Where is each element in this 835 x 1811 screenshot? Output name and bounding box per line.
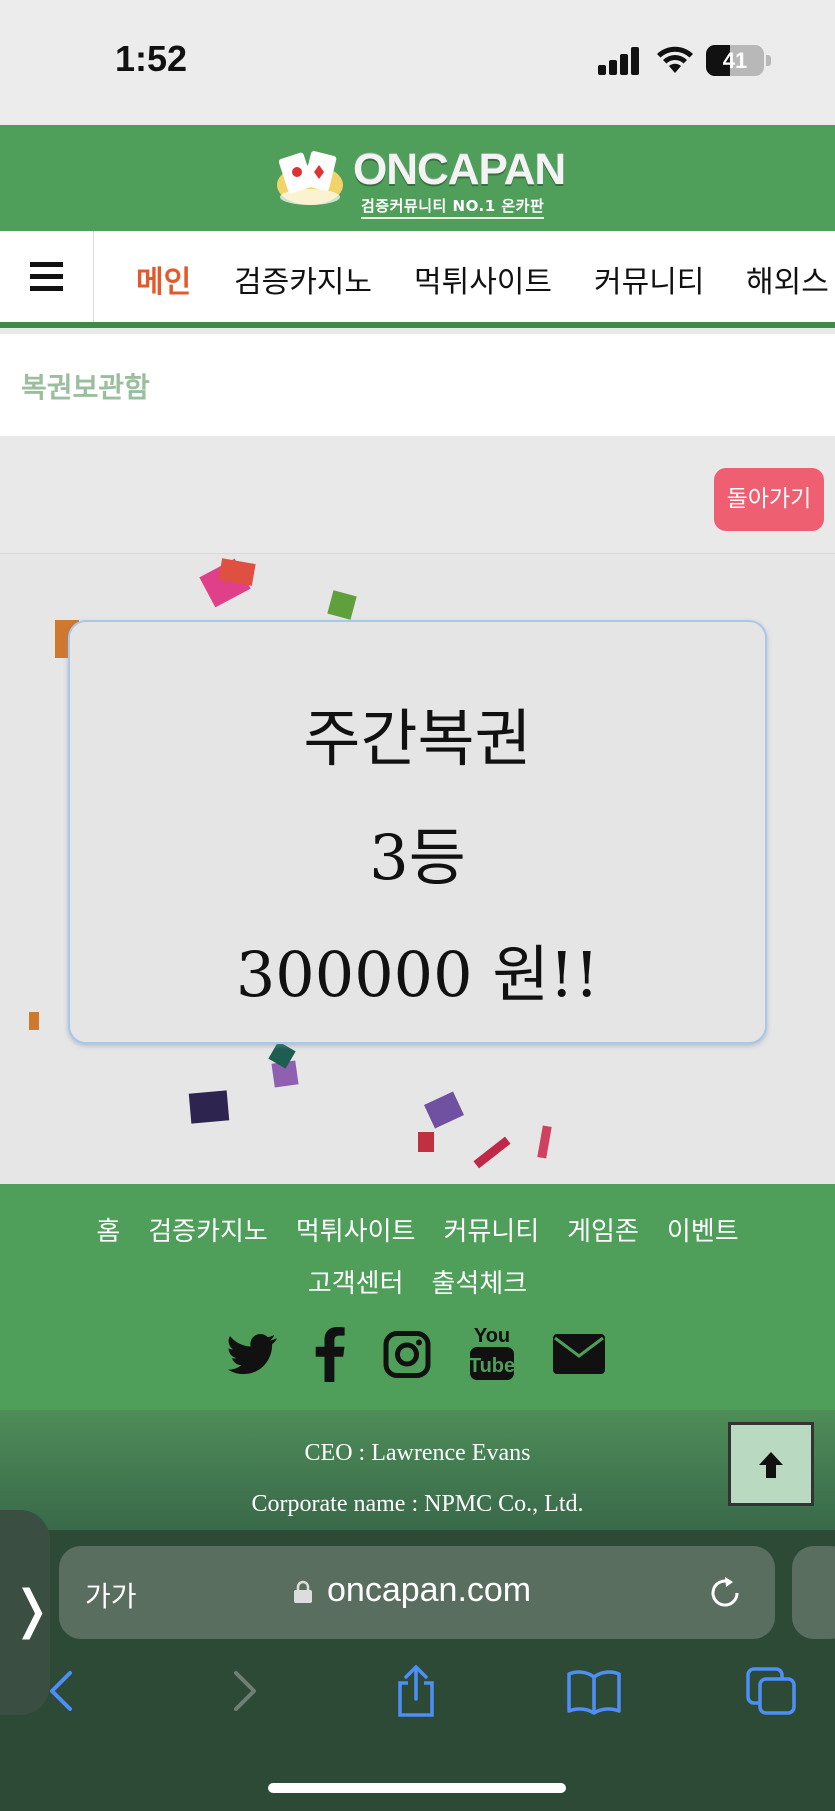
facebook-icon[interactable] (313, 1327, 347, 1382)
confetti (327, 590, 357, 620)
chevron-right-icon: ❭ (10, 1580, 54, 1640)
prize-rank: 3등 (369, 821, 466, 894)
back-icon[interactable] (36, 1665, 92, 1717)
confetti (418, 1132, 434, 1152)
share-icon[interactable] (388, 1665, 444, 1717)
footer-link-customer-center[interactable]: 고객센터 (308, 1258, 404, 1310)
page-title-bar: 복권보관함 (0, 334, 835, 436)
footer-link-scam-sites[interactable]: 먹튀사이트 (296, 1206, 416, 1258)
company-info: CEO : Lawrence Evans Corporate name : NP… (0, 1410, 835, 1530)
back-button[interactable]: 돌아가기 (714, 468, 824, 531)
site-footer: 홈 검증카지노 먹튀사이트 커뮤니티 게임존 이벤트고객센터 출석체크 You Tube (0, 1184, 835, 1410)
home-indicator (268, 1783, 566, 1793)
url-text[interactable]: oncapan.com (327, 1571, 531, 1610)
page-title: 복권보관함 (21, 371, 150, 404)
battery-level: 41 (722, 48, 748, 73)
confetti (188, 1090, 230, 1124)
cellular-signal-icon (598, 47, 642, 75)
confetti (424, 1091, 464, 1129)
battery-icon: 41 (706, 45, 764, 76)
bookmarks-icon[interactable] (566, 1665, 622, 1717)
prize-amount: 300000 원!! (235, 938, 600, 1011)
confetti (473, 1136, 511, 1169)
mail-icon[interactable] (553, 1334, 605, 1374)
nav-item-community[interactable]: 커뮤니티 (594, 257, 704, 301)
text-size-button[interactable]: 가가 (85, 1575, 137, 1615)
status-time: 1:52 (115, 38, 188, 79)
next-tab-preview[interactable] (792, 1546, 835, 1639)
nav-item-main[interactable]: 메인 (136, 257, 191, 301)
nav-item-verified-casino[interactable]: 검증카지노 (234, 257, 372, 301)
status-bar: 1:52 41 (0, 0, 835, 125)
footer-link-verified-casino[interactable]: 검증카지노 (148, 1206, 268, 1258)
logo-text: ONCAPAN (353, 145, 566, 194)
footer-link-community[interactable]: 커뮤니티 (443, 1206, 539, 1258)
nav-item-scam-sites[interactable]: 먹튀사이트 (414, 257, 552, 301)
company-ceo: CEO : Lawrence Evans (304, 1440, 531, 1466)
logo-subtitle: 검증커뮤니티 NO.1 온카판 (361, 195, 545, 219)
footer-link-attendance[interactable]: 출석체크 (432, 1258, 528, 1310)
site-logo[interactable]: ONCAPAN 검증커뮤니티 NO.1 온카판 (275, 145, 566, 219)
footer-links: 홈 검증카지노 먹튀사이트 커뮤니티 게임존 이벤트고객센터 출석체크 (0, 1206, 835, 1310)
footer-link-game-zone[interactable]: 게임존 (567, 1206, 639, 1258)
address-bar[interactable]: 가가 oncapan.com (59, 1546, 775, 1639)
cards-logo-icon (277, 151, 343, 205)
site-header: ONCAPAN 검증커뮤니티 NO.1 온카판 (0, 125, 835, 231)
confetti (29, 1012, 39, 1030)
footer-link-home[interactable]: 홈 (96, 1206, 120, 1258)
prize-card: 주간복권 3등 300000 원!! (68, 620, 767, 1044)
svg-text:Tube: Tube (469, 1355, 515, 1377)
main-nav: 메인 검증카지노 먹튀사이트 커뮤니티 해외스 (0, 231, 835, 328)
prize-stage: 주간복권 3등 300000 원!! (0, 553, 835, 1184)
confetti (537, 1125, 552, 1159)
hamburger-menu-button[interactable] (0, 231, 94, 322)
lock-icon (294, 1580, 312, 1603)
nav-items: 메인 검증카지노 먹튀사이트 커뮤니티 해외스 (94, 231, 835, 322)
twitter-icon[interactable] (228, 1327, 278, 1382)
reload-icon[interactable] (707, 1575, 743, 1611)
wifi-icon (657, 46, 693, 73)
instagram-icon[interactable] (383, 1327, 431, 1382)
scroll-to-top-button[interactable] (728, 1422, 814, 1506)
svg-text:You: You (474, 1325, 510, 1347)
youtube-icon[interactable]: You Tube (468, 1322, 516, 1382)
company-corporate-name: Corporate name : NPMC Co., Ltd. (251, 1491, 584, 1517)
forward-icon[interactable] (214, 1665, 270, 1717)
nav-item-overseas[interactable]: 해외스 (746, 257, 829, 301)
tabs-icon[interactable] (744, 1665, 800, 1717)
arrow-up-icon (759, 1452, 783, 1478)
footer-link-event[interactable]: 이벤트 (667, 1206, 739, 1258)
prize-name: 주간복권 (303, 702, 532, 775)
